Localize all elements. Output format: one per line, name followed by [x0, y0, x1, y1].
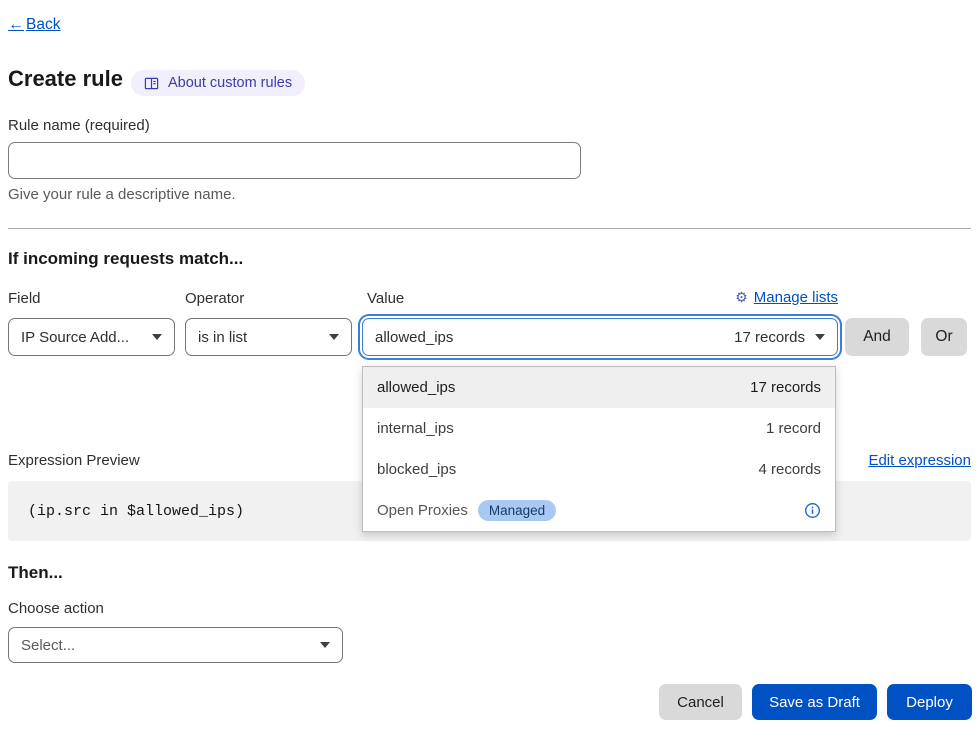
value-select[interactable]: allowed_ips 17 records [362, 318, 838, 356]
edit-expression-link[interactable]: Edit expression [868, 452, 971, 469]
operator-select[interactable]: is in list [185, 318, 352, 356]
list-item-meta: 1 record [766, 420, 821, 437]
match-section-title: If incoming requests match... [8, 249, 243, 269]
gear-icon: ⚙ [735, 289, 748, 306]
deploy-button[interactable]: Deploy [887, 684, 972, 720]
value-select-value: allowed_ips [375, 329, 453, 346]
chevron-down-icon [320, 642, 330, 648]
book-icon [144, 76, 159, 91]
back-arrow-icon: ← [8, 16, 24, 34]
list-item-name: internal_ips [377, 420, 454, 437]
list-dropdown: allowed_ips 17 records internal_ips 1 re… [362, 366, 836, 532]
expression-code: (ip.src in $allowed_ips) [28, 503, 244, 520]
list-item-meta: 4 records [758, 461, 821, 478]
then-section-title: Then... [8, 563, 63, 583]
list-item-name: blocked_ips [377, 461, 456, 478]
save-as-draft-button[interactable]: Save as Draft [752, 684, 877, 720]
list-item-name: Open Proxies [377, 502, 468, 519]
manage-lists-label: Manage lists [754, 289, 838, 306]
section-divider [8, 228, 971, 229]
chevron-down-icon [329, 334, 339, 340]
managed-badge: Managed [478, 500, 556, 521]
operator-label: Operator [185, 290, 244, 307]
field-label: Field [8, 290, 41, 307]
field-select[interactable]: IP Source Add... [8, 318, 175, 356]
chevron-down-icon [815, 334, 825, 340]
value-label: Value [367, 290, 404, 307]
info-icon[interactable] [804, 502, 821, 519]
rule-name-helper: Give your rule a descriptive name. [8, 186, 236, 203]
or-button[interactable]: Or [921, 318, 967, 356]
operator-select-value: is in list [198, 329, 247, 346]
list-item-internal-ips[interactable]: internal_ips 1 record [363, 408, 835, 449]
list-item-meta: 17 records [750, 379, 821, 396]
cancel-button[interactable]: Cancel [659, 684, 742, 720]
value-select-meta: 17 records [734, 329, 805, 346]
about-label: About custom rules [168, 75, 292, 91]
and-button[interactable]: And [845, 318, 909, 356]
rule-name-label: Rule name (required) [8, 117, 150, 134]
choose-action-label: Choose action [8, 600, 104, 617]
chevron-down-icon [152, 334, 162, 340]
manage-lists-link[interactable]: ⚙ Manage lists [735, 289, 838, 306]
expression-preview-label: Expression Preview [8, 452, 140, 469]
back-label: Back [26, 16, 60, 34]
list-item-allowed-ips[interactable]: allowed_ips 17 records [363, 367, 835, 408]
list-item-blocked-ips[interactable]: blocked_ips 4 records [363, 449, 835, 490]
rule-name-input[interactable] [8, 142, 581, 179]
list-item-open-proxies[interactable]: Open Proxies Managed [363, 490, 835, 531]
action-select[interactable]: Select... [8, 627, 343, 663]
create-rule-page: ← Back Create rule About custom rules Ru… [0, 0, 979, 739]
back-link[interactable]: ← Back [8, 16, 60, 34]
page-title: Create rule [8, 66, 123, 92]
about-custom-rules-link[interactable]: About custom rules [131, 70, 305, 96]
list-item-name: allowed_ips [377, 379, 455, 396]
field-select-value: IP Source Add... [21, 329, 129, 346]
action-select-placeholder: Select... [21, 637, 75, 654]
